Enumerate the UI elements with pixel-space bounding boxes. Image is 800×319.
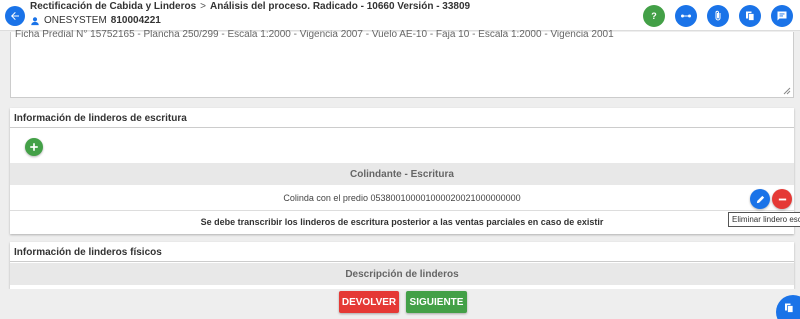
minus-icon: [778, 198, 786, 200]
attachment-button[interactable]: [707, 5, 729, 27]
fisicos-column-header: Descripción de linderos: [10, 263, 794, 285]
resize-handle-icon[interactable]: [783, 87, 791, 95]
help-icon: ?: [651, 11, 657, 21]
devolver-button[interactable]: DEVOLVER: [339, 291, 399, 313]
app-header: Rectificación de Cabida y Linderos > Aná…: [0, 0, 800, 31]
copy-icon: [746, 11, 755, 21]
footer-bar: [0, 289, 800, 319]
fisicos-section: Información de linderos físicos Descripc…: [10, 242, 794, 289]
back-button[interactable]: [5, 6, 25, 26]
comment-icon: [777, 11, 787, 21]
attachment-icon: [715, 10, 721, 21]
copy-icon: [785, 303, 794, 313]
row-actions: [750, 189, 792, 209]
escritura-note: Se debe transcribir los linderos de escr…: [200, 217, 604, 227]
user-info: ONESYSTEM 810004221: [30, 15, 161, 26]
user-label: ONESYSTEM: [44, 15, 107, 26]
breadcrumb-separator: >: [200, 1, 206, 12]
plus-icon: [30, 143, 38, 151]
breadcrumb-process[interactable]: Rectificación de Cabida y Linderos: [30, 1, 196, 12]
user-id: 810004221: [110, 15, 161, 26]
escritura-column-header: Colindante - Escritura: [10, 163, 794, 185]
escritura-section: Información de linderos de escritura Col…: [10, 108, 794, 234]
add-lindero-button[interactable]: [25, 138, 43, 156]
workflow-button[interactable]: [675, 5, 697, 27]
fisicos-title: Información de linderos físicos: [10, 242, 794, 262]
workflow-icon: [681, 14, 691, 18]
help-button[interactable]: ?: [643, 5, 665, 27]
siguiente-button[interactable]: SIGUIENTE: [406, 291, 467, 313]
header-actions: ?: [643, 5, 793, 27]
arrow-left-icon: [11, 12, 19, 20]
row-value: Colinda con el predio 053800100001000020…: [283, 192, 521, 203]
svg-text:?: ?: [651, 11, 657, 21]
delete-tooltip: Eliminar lindero escritura: [728, 212, 800, 227]
comment-button[interactable]: [771, 5, 793, 27]
edit-lindero-button[interactable]: [750, 189, 770, 209]
user-icon: [31, 16, 39, 25]
delete-lindero-button[interactable]: [772, 189, 792, 209]
textarea-value: Ficha Predial N° 15752165 - Plancha 250/…: [15, 30, 614, 40]
table-row: Colinda con el predio 053800100001000020…: [10, 185, 794, 211]
pencil-icon: [756, 195, 764, 203]
copy-button[interactable]: [739, 5, 761, 27]
breadcrumb-current: Análisis del proceso. Radicado - 10660 V…: [210, 1, 471, 12]
escritura-title: Información de linderos de escritura: [10, 108, 794, 128]
description-textarea[interactable]: Ficha Predial N° 15752165 - Plancha 250/…: [10, 30, 794, 98]
breadcrumb: Rectificación de Cabida y Linderos > Aná…: [30, 1, 470, 12]
